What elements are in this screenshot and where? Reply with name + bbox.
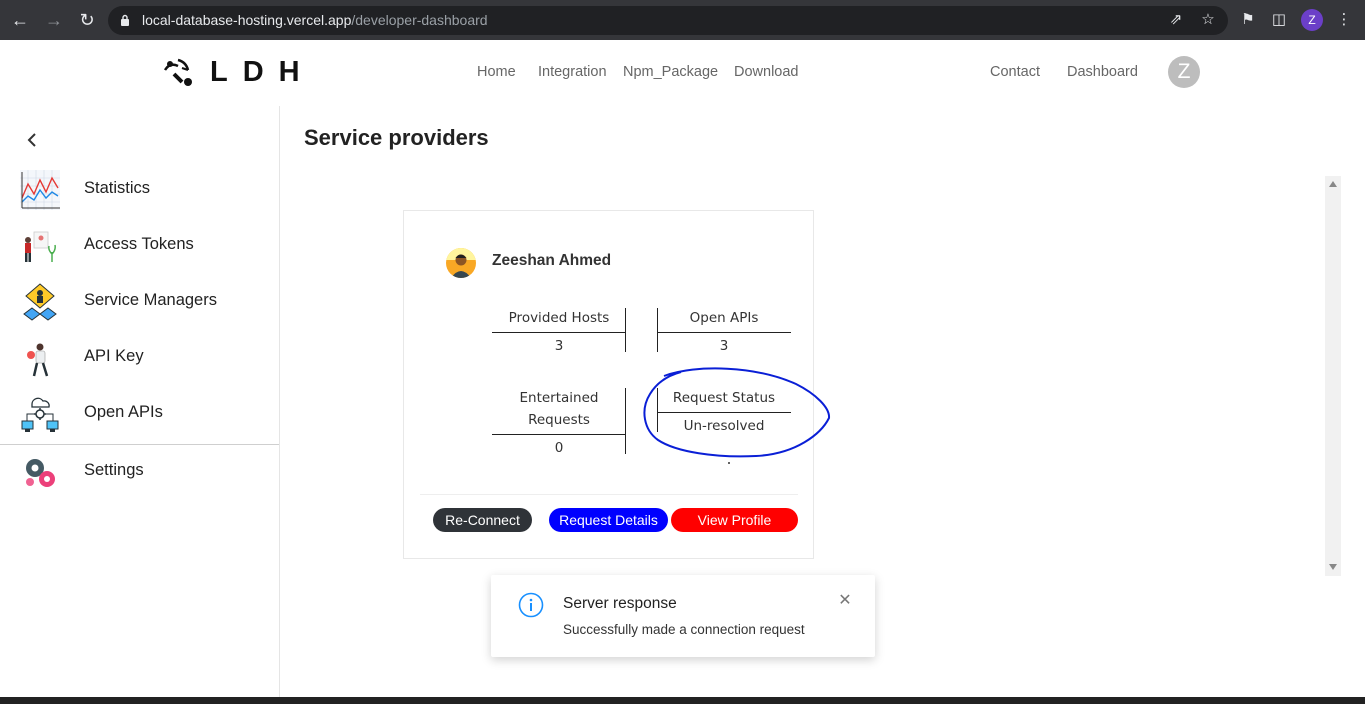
stat-value: 3 [554, 338, 564, 354]
stat-label: Open APIs [657, 307, 791, 333]
user-avatar[interactable]: Z [1168, 56, 1200, 88]
browser-menu-icon[interactable]: ⋮ [1334, 10, 1354, 30]
scroll-down-arrow-icon[interactable] [1329, 564, 1337, 570]
url-text: local-database-hosting.vercel.app/develo… [142, 12, 488, 28]
toast-title: Server response [563, 595, 677, 612]
toast-message: Successfully made a connection request [563, 622, 805, 637]
service-managers-icon [23, 283, 57, 321]
url-host: local-database-hosting.vercel.app [142, 12, 352, 28]
sidebar: Statistics Access Tokens Service Manager… [0, 106, 280, 704]
sidebar-item-api-key[interactable]: API Key [0, 332, 279, 388]
nav-link-integration[interactable]: Integration [538, 64, 607, 80]
nav-link-dashboard[interactable]: Dashboard [1067, 64, 1138, 80]
side-panel-icon[interactable]: ◫ [1269, 10, 1289, 30]
api-key-icon [27, 343, 49, 377]
stat-value: 3 [719, 338, 729, 354]
sidebar-item-label: Statistics [84, 179, 151, 197]
stat-value: 0 [554, 440, 564, 456]
nav-link-npm-package[interactable]: Npm_Package [623, 64, 718, 80]
reload-icon[interactable]: ↻ [77, 10, 97, 30]
back-arrow-icon[interactable]: ← [10, 10, 30, 30]
chevron-left-icon[interactable] [22, 130, 42, 150]
site-logo[interactable]: LDH [162, 54, 315, 90]
sidebar-item-open-apis[interactable]: Open APIs [0, 388, 279, 444]
logo-text: LDH [210, 55, 315, 88]
taskbar-strip [0, 697, 1365, 704]
address-bar[interactable]: local-database-hosting.vercel.app/develo… [108, 6, 1228, 35]
settings-gears-icon [26, 459, 55, 487]
nav-link-download[interactable]: Download [734, 64, 799, 80]
nav-link-contact[interactable]: Contact [990, 64, 1040, 80]
scrollbar[interactable] [1325, 176, 1341, 576]
access-tokens-icon [25, 231, 56, 262]
scroll-up-arrow-icon[interactable] [1329, 181, 1337, 187]
statistics-chart-icon [20, 170, 60, 210]
sidebar-item-label: Open APIs [84, 403, 163, 421]
forward-arrow-icon[interactable]: → [44, 10, 64, 30]
extensions-puzzle-icon[interactable]: ⚑ [1238, 10, 1258, 30]
nav-link-home[interactable]: Home [477, 64, 516, 80]
provider-photo-icon [446, 248, 476, 278]
close-icon[interactable]: ✕ [837, 593, 853, 609]
url-path: /developer-dashboard [351, 12, 488, 28]
stat-label: Entertained Requests [492, 387, 626, 435]
sidebar-item-label: Settings [84, 461, 144, 479]
request-details-button[interactable]: Request Details [549, 508, 668, 532]
view-profile-button[interactable]: View Profile [671, 508, 798, 532]
stat-divider [625, 388, 626, 454]
info-icon [518, 592, 544, 618]
browser-toolbar: ← → ↻ local-database-hosting.vercel.app/… [0, 0, 1365, 40]
stat-label: Provided Hosts [492, 307, 626, 333]
sidebar-item-label: API Key [84, 347, 144, 365]
bookmark-star-icon[interactable]: ☆ [1198, 10, 1218, 30]
provider-name: Zeeshan Ahmed [492, 252, 612, 269]
sidebar-item-settings[interactable]: Settings [0, 446, 279, 502]
provider-avatar [446, 248, 476, 278]
sidebar-item-label: Access Tokens [84, 235, 194, 253]
stat-entertained-requests: Entertained Requests 0 [492, 387, 626, 458]
annotation-circle-mark [643, 367, 830, 464]
reconnect-button[interactable]: Re-Connect [433, 508, 532, 532]
sidebar-item-service-managers[interactable]: Service Managers [0, 276, 279, 332]
notification-toast: Server response Successfully made a conn… [491, 575, 875, 657]
sidebar-item-label: Service Managers [84, 291, 217, 309]
stat-provided-hosts: Provided Hosts 3 [492, 307, 626, 356]
browser-profile-avatar[interactable]: Z [1301, 9, 1323, 31]
connection-logo-icon [163, 58, 192, 86]
lock-icon [121, 14, 129, 26]
stat-divider [625, 308, 626, 352]
open-apis-icon [21, 397, 59, 432]
sidebar-item-access-tokens[interactable]: Access Tokens [0, 220, 279, 276]
page-title: Service providers [304, 125, 489, 150]
card-divider [420, 494, 798, 495]
stat-open-apis: Open APIs 3 [657, 307, 791, 356]
sidebar-divider [0, 444, 279, 445]
sidebar-item-statistics[interactable]: Statistics [0, 164, 279, 220]
share-icon[interactable]: ⇗ [1166, 10, 1186, 30]
top-navigation: LDH Home Integration Npm_Package Downloa… [0, 40, 1365, 106]
